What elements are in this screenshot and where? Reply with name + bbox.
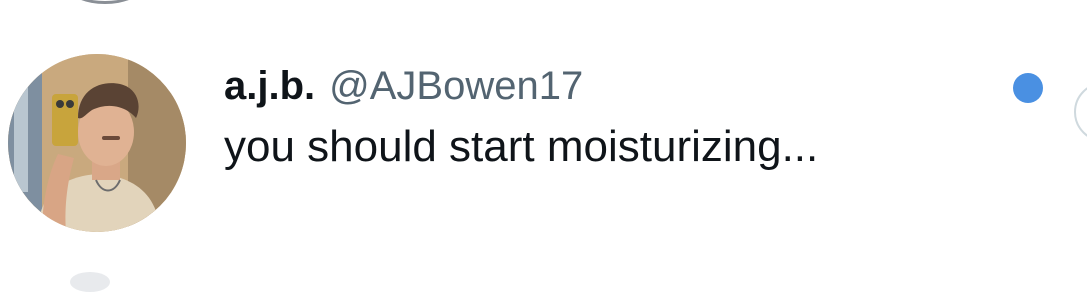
- dm-conversation-row[interactable]: a.j.b. @AJBowen17 you should start moist…: [0, 52, 1087, 242]
- last-message-text: you should start moisturizing...: [224, 122, 819, 171]
- previous-item-fragment: [0, 0, 1087, 22]
- unread-dot-icon: [1013, 73, 1043, 103]
- profile-photo-avatar[interactable]: [8, 54, 186, 232]
- message-preview[interactable]: a.j.b. @AJBowen17 you should start moist…: [224, 64, 1007, 172]
- avatar-image: [8, 54, 186, 232]
- sender-header: a.j.b. @AJBowen17: [224, 64, 1007, 116]
- edge-control-fragment: [1074, 82, 1087, 142]
- next-item-fragment: [70, 272, 110, 292]
- sender-display-name: a.j.b.: [224, 64, 316, 108]
- sender-handle: @AJBowen17: [329, 64, 584, 108]
- previous-avatar-edge: [70, 0, 140, 4]
